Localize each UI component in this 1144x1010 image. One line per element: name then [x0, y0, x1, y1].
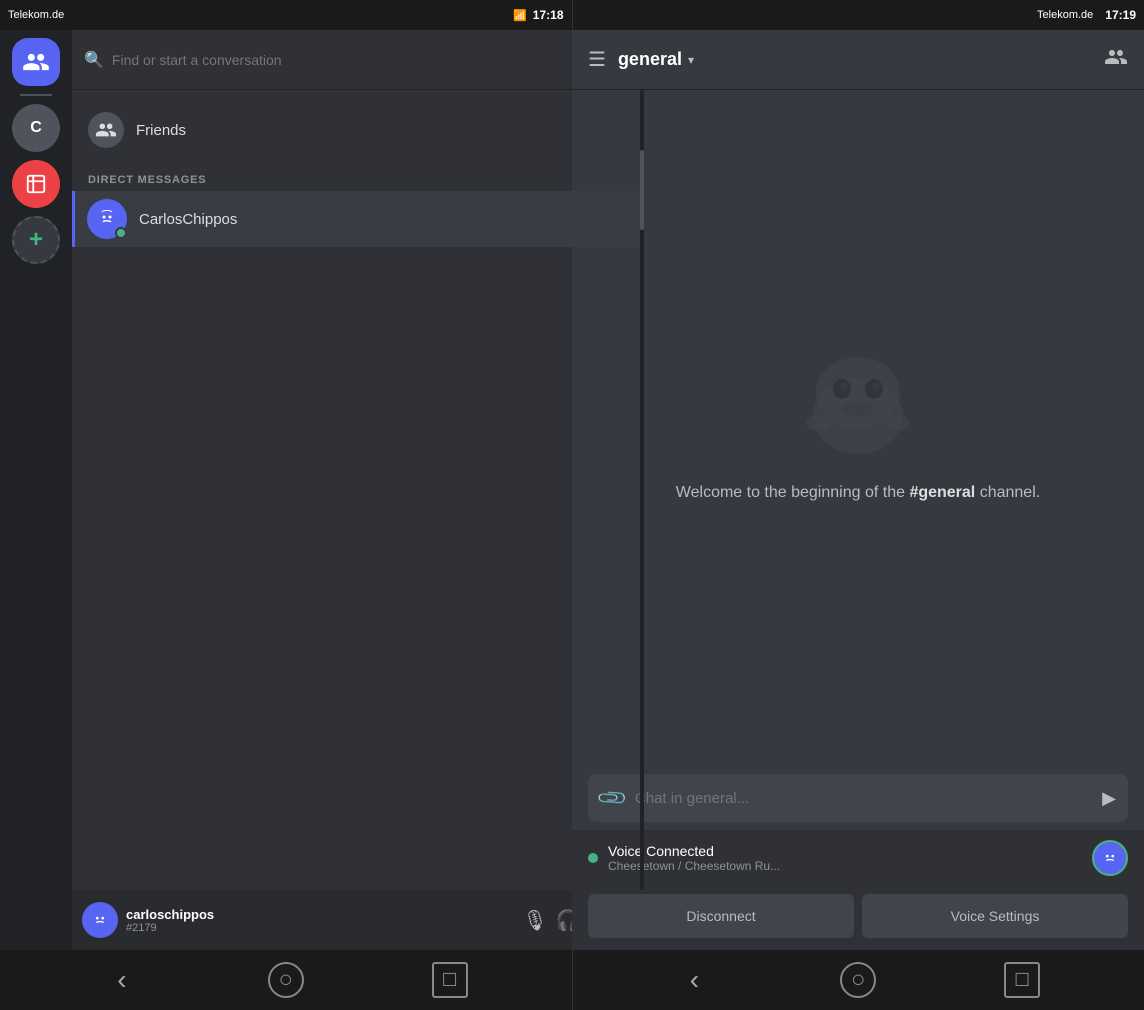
channel-name: general: [618, 49, 682, 70]
bottom-nav-left: ‹ ○ ☐: [0, 950, 572, 1010]
recents-button-right[interactable]: ☐: [1004, 962, 1040, 998]
friends-icon: [88, 112, 124, 148]
dm-scrollbar-thumb: [640, 150, 644, 230]
status-bar-left: Telekom.de 📶 17:18: [0, 0, 572, 30]
carrier-left: Telekom.de: [8, 9, 64, 21]
dm-scrollbar: [640, 90, 644, 890]
channel-name-bold: #general: [909, 484, 975, 501]
chat-input-bar: 📎 ▶: [588, 774, 1128, 822]
dm-search-bar[interactable]: 🔍 ⋮: [72, 30, 644, 90]
dm-user-item[interactable]: CarlosChippos: [72, 191, 644, 247]
disconnect-button[interactable]: Disconnect: [588, 894, 854, 938]
status-bar-right: Telekom.de 17:19: [573, 0, 1144, 30]
user-avatar: [82, 902, 118, 938]
discord-mascot: [798, 351, 918, 461]
server-sidebar: C +: [0, 30, 72, 950]
c-server-label: C: [30, 119, 42, 137]
welcome-text: Welcome to the beginning of the #general…: [676, 481, 1040, 505]
voice-user-avatar: [1092, 840, 1128, 876]
time-left: 17:18: [533, 8, 564, 22]
user-bar: carloschippos #2179 🎙 🎧 ⚙ ▶: [72, 890, 644, 950]
chat-input[interactable]: [635, 790, 1092, 807]
voice-info: Voice Connected Cheesetown / Cheesetown …: [608, 843, 1082, 873]
channel-name-wrap[interactable]: general ▾: [618, 49, 694, 70]
status-icons-left: 📶 17:18: [513, 8, 564, 22]
welcome-suffix: channel.: [975, 484, 1040, 501]
home-button-left[interactable]: ○: [268, 962, 304, 998]
bottom-nav: ‹ ○ ☐ ‹ ○ ☐: [0, 950, 1144, 1010]
user-discriminator: #2179: [126, 922, 514, 934]
dm-list: Friends DIRECT MESSAGES: [72, 90, 644, 890]
members-button[interactable]: [1104, 45, 1128, 75]
send-button[interactable]: ▶: [1102, 788, 1116, 809]
user-name-tag: carloschippos #2179: [126, 907, 514, 934]
voice-buttons: Disconnect Voice Settings: [572, 886, 1144, 950]
welcome-prefix: Welcome to the beginning of the: [676, 484, 910, 501]
dm-panel-inner: Friends DIRECT MESSAGES: [72, 90, 644, 890]
voice-status: Voice Connected: [608, 843, 1082, 859]
carrier-right: Telekom.de: [1037, 9, 1093, 21]
chat-area: Welcome to the beginning of the #general…: [572, 90, 1144, 766]
online-indicator: [115, 227, 127, 239]
recents-button-left[interactable]: ☐: [432, 962, 468, 998]
search-icon: 🔍: [84, 50, 104, 70]
dm-user-avatar-wrap: [87, 199, 127, 239]
dm-section-header: DIRECT MESSAGES: [72, 158, 644, 190]
friends-item[interactable]: Friends: [72, 102, 644, 158]
status-bar: Telekom.de 📶 17:18 Telekom.de 17:19: [0, 0, 1144, 30]
channel-dropdown-arrow: ▾: [688, 53, 694, 67]
back-button-left[interactable]: ‹: [104, 962, 140, 998]
server-divider: [20, 94, 52, 96]
add-server-icon[interactable]: +: [12, 216, 60, 264]
voice-channel: Cheesetown / Cheesetown Ru...: [608, 859, 1082, 873]
voice-settings-button[interactable]: Voice Settings: [862, 894, 1128, 938]
home-button-right[interactable]: ○: [840, 962, 876, 998]
dm-panel: 🔍 ⋮ Friends DIRECT: [72, 30, 644, 950]
channel-header: ☰ general ▾: [572, 30, 1144, 90]
hamburger-button[interactable]: ☰: [588, 47, 606, 72]
add-server-label: +: [29, 226, 43, 254]
main-content: C + 🔍 ⋮: [0, 30, 1144, 950]
c-server-icon[interactable]: C: [12, 104, 60, 152]
red-server-icon[interactable]: [12, 160, 60, 208]
chat-input-wrap: 📎 ▶: [572, 766, 1144, 830]
right-panel: ☰ general ▾: [572, 30, 1144, 950]
bottom-nav-right: ‹ ○ ☐: [573, 950, 1144, 1010]
mic-button[interactable]: 🎙: [522, 908, 547, 933]
left-panel: C + 🔍 ⋮: [0, 30, 572, 950]
back-button-right[interactable]: ‹: [676, 962, 712, 998]
search-input[interactable]: [112, 52, 604, 68]
username-display: carloschippos: [126, 907, 514, 922]
dm-username: CarlosChippos: [139, 211, 237, 228]
voice-bar: Voice Connected Cheesetown / Cheesetown …: [572, 830, 1144, 886]
time-right: 17:19: [1105, 8, 1136, 22]
friends-label: Friends: [136, 122, 186, 139]
dm-server-icon[interactable]: [12, 38, 60, 86]
